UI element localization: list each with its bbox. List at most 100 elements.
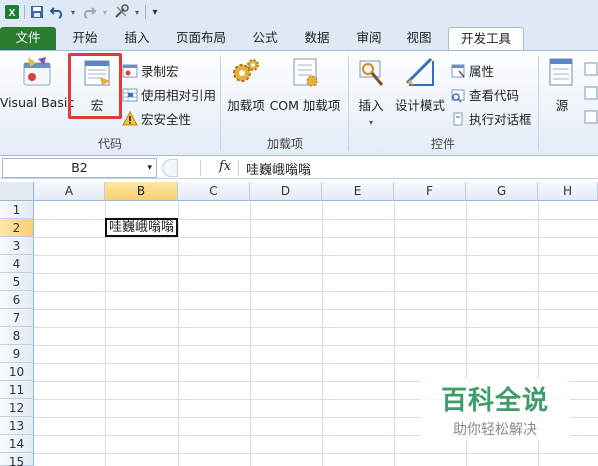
view-code-icon (451, 89, 465, 103)
column-header[interactable]: E (322, 182, 394, 201)
formula-bar-resize-handle[interactable] (162, 159, 178, 177)
row-header[interactable]: 6 (0, 291, 34, 309)
run-dialog-button[interactable]: 执行对话框 (450, 109, 532, 128)
excel-logo-icon: X (4, 4, 20, 20)
visual-basic-label: Visual Basic (0, 95, 75, 110)
record-macro-button[interactable]: 录制宏 (122, 61, 179, 80)
formula-bar-divider (238, 160, 239, 176)
grid-line (34, 237, 598, 238)
column-header[interactable]: D (250, 182, 322, 201)
xml-refresh-button[interactable] (584, 109, 598, 125)
qat-divider (24, 5, 25, 19)
row-header[interactable]: 9 (0, 345, 34, 363)
design-mode-button[interactable]: 设计模式 (394, 55, 446, 114)
addins-gear-icon (233, 59, 259, 82)
svg-text:X: X (9, 8, 16, 19)
tab-home[interactable]: 开始 (62, 27, 108, 50)
save-icon[interactable] (29, 4, 45, 20)
tab-formulas[interactable]: 公式 (242, 27, 288, 50)
active-cell-b2[interactable]: 哇巍峨嗡嗡 (105, 218, 178, 237)
xml-expansion-packs-button[interactable] (584, 85, 598, 101)
tools-icon[interactable] (113, 4, 129, 20)
formula-input[interactable]: 哇巍峨嗡嗡 (246, 159, 311, 178)
insert-control-label: 插入 (358, 98, 384, 113)
row-header[interactable]: 10 (0, 363, 34, 381)
formula-bar-divider (200, 160, 201, 176)
column-header[interactable]: F (394, 182, 466, 201)
insert-dropdown-icon: ▾ (368, 118, 373, 127)
insert-function-icon[interactable]: fx (219, 159, 231, 174)
undo-dropdown-icon[interactable]: ▾ (69, 4, 77, 20)
relative-reference-button[interactable]: 使用相对引用 (122, 85, 216, 104)
name-box[interactable]: B2 ▾ (2, 158, 157, 178)
column-header[interactable]: A (34, 182, 105, 201)
row-header[interactable]: 15 (0, 453, 34, 466)
row-header[interactable]: 11 (0, 381, 34, 399)
properties-button[interactable]: 属性 (450, 61, 494, 80)
xml-refresh-icon (584, 110, 598, 124)
row-header[interactable]: 3 (0, 237, 34, 255)
watermark-logo: 百科全说 助你轻松解决 (420, 378, 570, 440)
grid-line (34, 291, 598, 292)
undo-icon[interactable] (49, 4, 65, 20)
relative-reference-icon (122, 88, 138, 101)
addins-button[interactable]: 加载项 (226, 55, 266, 114)
formula-bar: B2 ▾ fx 哇巍峨嗡嗡 (0, 157, 598, 179)
redo-dropdown-icon[interactable]: ▾ (101, 4, 109, 20)
insert-control-icon (359, 60, 384, 86)
tab-view[interactable]: 视图 (396, 27, 442, 50)
name-box-dropdown-icon[interactable]: ▾ (147, 159, 152, 177)
column-header[interactable]: C (178, 182, 250, 201)
addins-label: 加载项 (227, 98, 265, 113)
tools-dropdown-icon[interactable]: ▾ (133, 4, 141, 20)
tab-data[interactable]: 数据 (294, 27, 340, 50)
column-header[interactable]: B (105, 182, 178, 201)
grid-line (34, 255, 598, 256)
com-addins-label: COM 加载项 (269, 98, 341, 113)
row-header[interactable]: 12 (0, 399, 34, 417)
insert-control-button[interactable]: 插入 ▾ (352, 55, 390, 127)
macro-security-button[interactable]: 宏安全性 (122, 109, 191, 128)
view-code-button[interactable]: 查看代码 (450, 85, 519, 104)
macros-highlight-box (68, 53, 122, 119)
row-header[interactable]: 7 (0, 309, 34, 327)
visual-basic-button[interactable]: Visual Basic (0, 55, 74, 110)
tab-review[interactable]: 审阅 (346, 27, 392, 50)
warning-icon (122, 110, 138, 125)
qat-divider (145, 5, 146, 19)
row-header[interactable]: 2 (0, 219, 34, 237)
grid-line (34, 327, 598, 328)
com-addins-button[interactable]: COM 加载项 (268, 55, 342, 114)
row-header[interactable]: 14 (0, 435, 34, 453)
grid-line (34, 453, 598, 454)
row-header[interactable]: 13 (0, 417, 34, 435)
macro-security-label: 宏安全性 (141, 112, 192, 127)
row-header[interactable]: 5 (0, 273, 34, 291)
run-dialog-label: 执行对话框 (469, 112, 532, 127)
column-header[interactable]: H (538, 182, 598, 201)
row-header[interactable]: 1 (0, 201, 34, 219)
tab-file[interactable]: 文件 (0, 27, 56, 50)
tab-developer[interactable]: 开发工具 (448, 27, 524, 50)
tab-insert[interactable]: 插入 (114, 27, 160, 50)
redo-icon[interactable] (81, 4, 97, 20)
column-header[interactable]: G (466, 182, 538, 201)
select-all-corner[interactable] (0, 182, 34, 201)
grid-line (322, 201, 323, 466)
visual-basic-icon (23, 57, 51, 86)
grid-line (105, 201, 106, 466)
group-divider (220, 55, 221, 151)
tab-page-layout[interactable]: 页面布局 (170, 27, 232, 50)
xml-source-label: 源 (555, 98, 569, 113)
xml-source-button[interactable]: 源 (544, 55, 580, 114)
row-header[interactable]: 4 (0, 255, 34, 273)
record-macro-label: 录制宏 (141, 64, 179, 79)
addins-group-label: 加载项 (266, 137, 303, 151)
xml-map-properties-button[interactable] (584, 61, 598, 77)
properties-label: 属性 (469, 64, 495, 79)
customize-qat-icon[interactable]: ▾ (150, 4, 160, 20)
row-header[interactable]: 8 (0, 327, 34, 345)
group-divider (348, 55, 349, 151)
grid-line (250, 201, 251, 466)
watermark-title: 百科全说 (440, 386, 549, 416)
